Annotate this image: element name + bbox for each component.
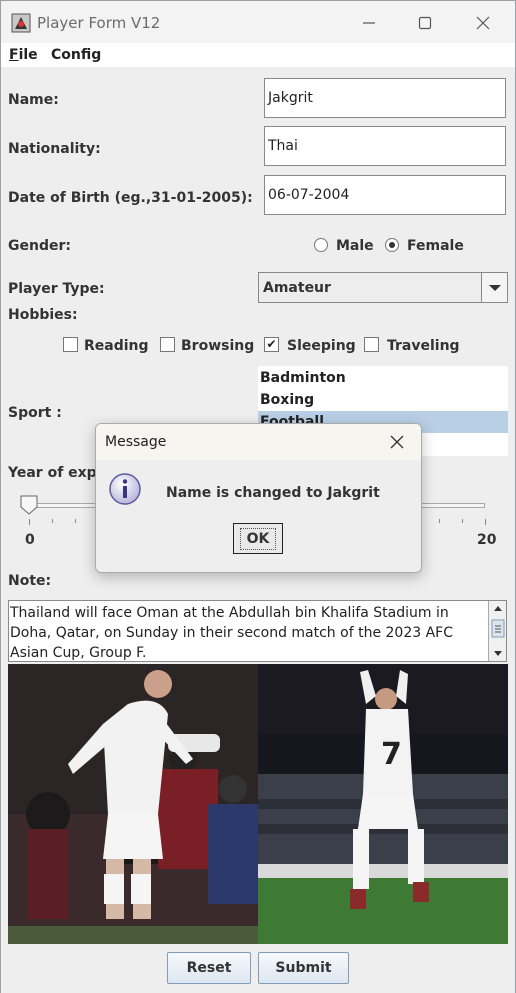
maximize-icon — [418, 16, 432, 30]
player-card-icon — [11, 13, 31, 33]
menu-file[interactable]: File — [9, 47, 38, 63]
message-dialog: Message Name is changed to Jakgrit OK — [95, 423, 422, 573]
slider-tick — [51, 519, 53, 523]
dob-label: Date of Birth (eg.,31-01-2005): — [8, 190, 253, 206]
hobby-reading-label[interactable]: Reading — [84, 338, 149, 354]
info-icon — [109, 473, 141, 505]
close-button[interactable] — [461, 9, 505, 37]
player-photo-right: 7 — [258, 664, 508, 944]
gender-female-label[interactable]: Female — [407, 238, 464, 254]
title-bar[interactable]: Player Form V12 — [1, 1, 515, 43]
hobby-traveling-label[interactable]: Traveling — [387, 338, 460, 354]
hobby-browsing-checkbox[interactable] — [160, 337, 175, 352]
hobbies-label: Hobbies: — [8, 307, 78, 323]
sport-item-boxing[interactable]: Boxing — [258, 389, 508, 411]
gender-label: Gender: — [8, 238, 71, 254]
maximize-button[interactable] — [403, 9, 447, 37]
player-type-select[interactable]: Amateur — [258, 272, 508, 303]
sport-item-badminton[interactable]: Badminton — [258, 367, 508, 389]
slider-min-label: 0 — [25, 532, 35, 548]
hobby-browsing-label[interactable]: Browsing — [181, 338, 254, 354]
nationality-label: Nationality: — [8, 141, 101, 157]
gender-female-radio[interactable] — [385, 238, 399, 252]
svg-text:7: 7 — [381, 737, 402, 772]
minimize-button[interactable] — [347, 9, 391, 37]
dialog-title: Message — [105, 434, 167, 450]
hobby-sleeping-checkbox[interactable]: ✔ — [264, 337, 279, 352]
slider-tick — [29, 519, 30, 525]
hobby-traveling-checkbox[interactable] — [364, 337, 379, 352]
experience-slider-thumb[interactable] — [20, 495, 38, 515]
close-icon — [390, 435, 404, 449]
hobby-sleeping-label[interactable]: Sleeping — [287, 338, 356, 354]
gender-male-radio[interactable] — [314, 238, 328, 252]
menu-config[interactable]: Config — [51, 47, 101, 63]
app-window: Player Form V12 File Config Name: Jakgri… — [0, 0, 516, 993]
menu-bar: File Config — [1, 43, 515, 67]
note-label: Note: — [8, 573, 52, 589]
slider-tick — [439, 519, 441, 523]
experience-label: Year of expe — [8, 465, 107, 481]
name-label: Name: — [8, 92, 59, 108]
hobby-reading-checkbox[interactable] — [63, 337, 78, 352]
dialog-title-bar[interactable]: Message — [96, 424, 421, 460]
slider-tick — [462, 519, 464, 523]
nationality-field[interactable]: Thai — [264, 126, 506, 166]
name-field[interactable]: Jakgrit — [264, 78, 506, 118]
player-type-label: Player Type: — [8, 281, 105, 297]
close-icon — [476, 16, 490, 30]
note-textarea[interactable]: Thailand will face Oman at the Abdullah … — [8, 600, 507, 662]
gender-male-label[interactable]: Male — [336, 238, 374, 254]
sport-label: Sport : — [8, 405, 62, 421]
player-type-value: Amateur — [263, 280, 331, 296]
window-title: Player Form V12 — [37, 14, 161, 32]
dialog-message: Name is changed to Jakgrit — [166, 485, 380, 501]
note-text: Thailand will face Oman at the Abdullah … — [10, 605, 453, 661]
dob-field[interactable]: 06-07-2004 — [264, 175, 506, 215]
player-photo-left — [8, 664, 258, 944]
slider-tick — [485, 519, 486, 525]
dialog-ok-label: OK — [239, 527, 277, 550]
submit-button[interactable]: Submit — [258, 952, 349, 984]
dropdown-arrow-icon[interactable] — [481, 273, 507, 302]
dialog-close-button[interactable] — [386, 431, 408, 453]
reset-button[interactable]: Reset — [167, 952, 251, 984]
note-scrollbar[interactable] — [488, 601, 506, 661]
slider-tick — [74, 519, 76, 523]
slider-max-label: 20 — [477, 532, 497, 548]
minimize-icon — [363, 22, 375, 24]
dialog-ok-button[interactable]: OK — [233, 523, 283, 554]
